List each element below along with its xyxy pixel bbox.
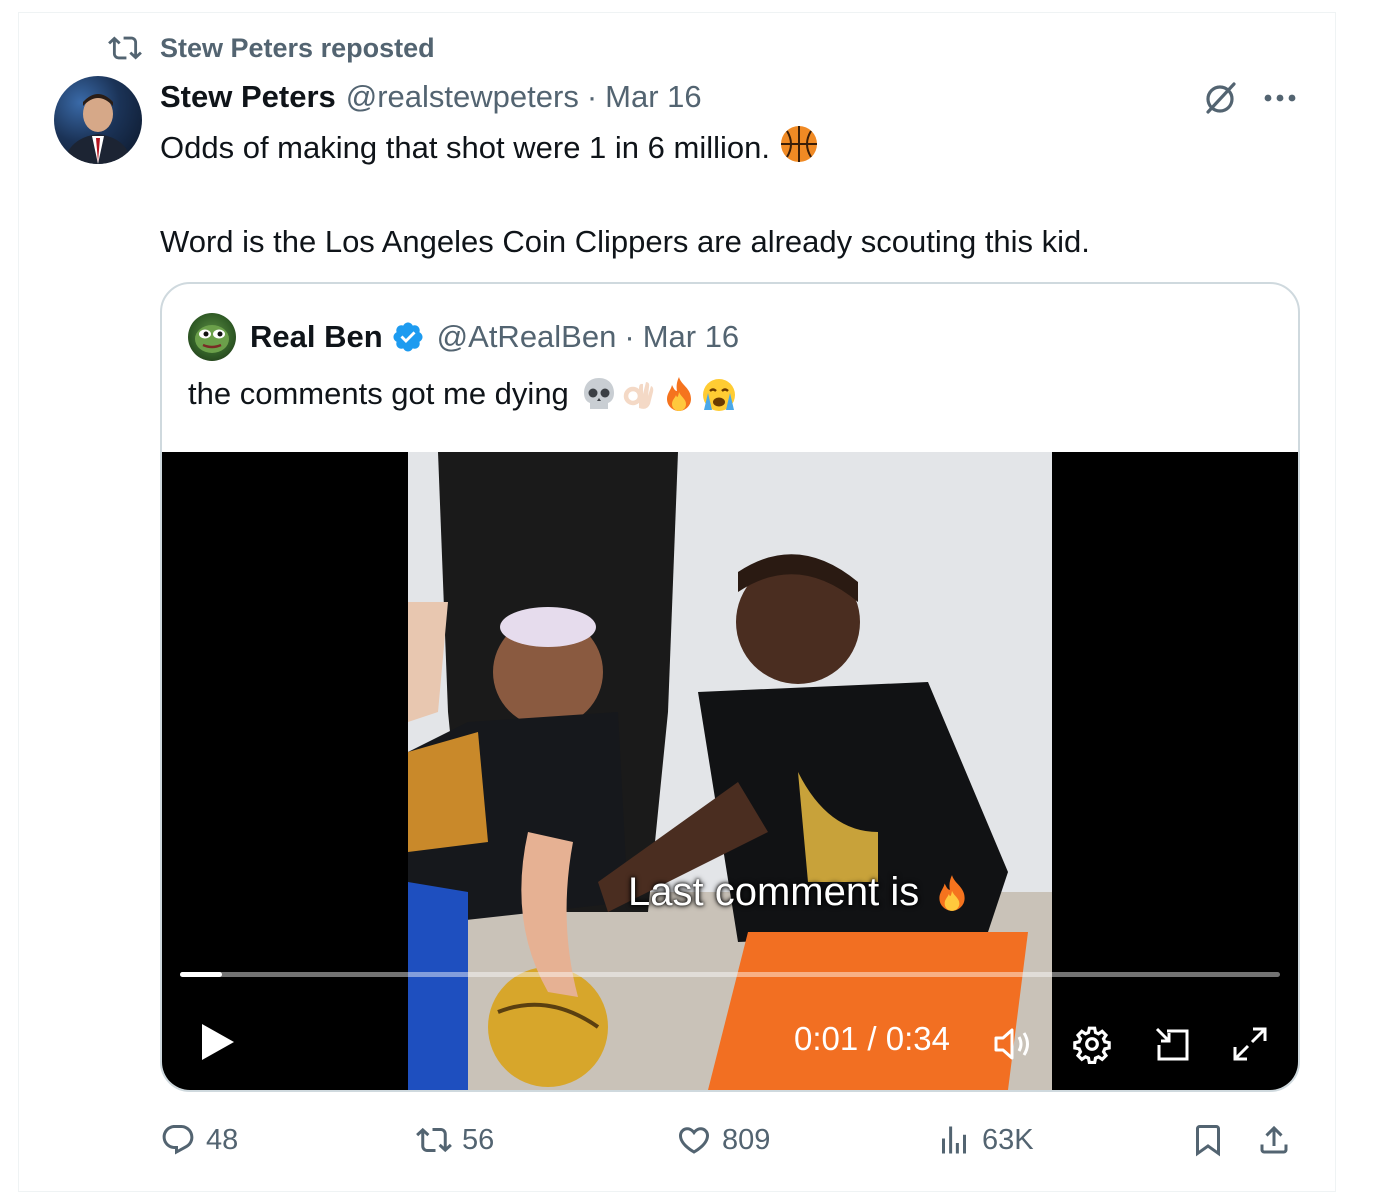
video-caption-text: Last comment is (628, 870, 920, 914)
like-button[interactable]: 809 (676, 1118, 770, 1162)
quoted-header: Real Ben @AtRealBen · Mar 16 (188, 313, 739, 361)
fullscreen-button[interactable] (1224, 1018, 1276, 1070)
video-duration: 0:34 (885, 1020, 950, 1057)
quoted-text-body: the comments got me dying (188, 376, 569, 411)
video-thumbnail: Last comment is (408, 452, 1052, 1090)
volume-icon (994, 1028, 1029, 1060)
post-text: Odds of making that shot were 1 in 6 mil… (160, 124, 1280, 264)
analytics-icon (942, 1126, 966, 1154)
repost-button[interactable]: 56 (416, 1118, 494, 1162)
quoted-author-handle[interactable]: @AtRealBen (437, 319, 617, 355)
ok-hand-emoji (623, 382, 654, 409)
video-time: 0:01 / 0:34 (794, 1020, 950, 1058)
verified-badge-icon (393, 322, 423, 352)
basketball-emoji (779, 124, 819, 176)
post-line-2: Word is the Los Angeles Coin Clippers ar… (160, 224, 1090, 259)
like-count: 809 (722, 1123, 771, 1156)
expand-icon (1233, 1027, 1267, 1061)
bookmark-button[interactable] (1190, 1118, 1236, 1162)
quoted-post[interactable]: Real Ben @AtRealBen · Mar 16 the comment… (160, 282, 1300, 1092)
play-button[interactable] (188, 1012, 248, 1072)
retweet-icon (108, 36, 142, 60)
share-button[interactable] (1256, 1118, 1302, 1162)
picture-in-picture-icon (1155, 1027, 1189, 1061)
share-icon (1260, 1125, 1288, 1154)
views-button[interactable]: 63K (936, 1118, 1034, 1162)
reply-icon (162, 1125, 194, 1155)
author-name[interactable]: Stew Peters (160, 79, 336, 115)
quoted-emojis (579, 374, 739, 414)
retweet-icon (416, 1127, 452, 1153)
post-top-actions (1198, 76, 1302, 120)
author-handle[interactable]: @realstewpeters (346, 79, 579, 115)
author-avatar[interactable] (54, 76, 142, 164)
fire-emoji (939, 874, 965, 911)
grok-icon[interactable] (1198, 76, 1242, 120)
post-actions: 48 56 809 63K (160, 1118, 1300, 1162)
quoted-separator: · (624, 319, 635, 354)
video-time-separator: / (867, 1020, 877, 1057)
video-progress-fill (180, 972, 222, 977)
avatar-portrait (64, 94, 132, 164)
quoted-author-name[interactable]: Real Ben (250, 319, 383, 355)
quoted-text: the comments got me dying (188, 372, 739, 416)
video-scene (408, 452, 1052, 1090)
post-header: Stew Peters @realstewpeters · Mar 16 (160, 76, 702, 118)
gear-icon (1073, 1026, 1111, 1064)
video-controls: 0:01 / 0:34 (162, 1012, 1298, 1072)
quoted-avatar[interactable] (188, 313, 236, 361)
video-current-time: 0:01 (794, 1020, 859, 1057)
volume-button[interactable] (988, 1018, 1040, 1070)
video-player[interactable]: Last comment is 0:01 / 0:34 (162, 452, 1298, 1090)
header-separator: · (586, 79, 598, 114)
video-caption: Last comment is (628, 870, 973, 915)
heart-icon (678, 1127, 710, 1154)
crying-emoji (702, 379, 735, 411)
play-icon (202, 1024, 234, 1060)
post-date[interactable]: Mar 16 (605, 79, 701, 115)
more-icon[interactable] (1258, 76, 1302, 120)
reply-button[interactable]: 48 (160, 1118, 238, 1162)
repost-indicator[interactable]: Stew Peters reposted (108, 30, 435, 66)
settings-button[interactable] (1066, 1018, 1118, 1070)
post-line-1: Odds of making that shot were 1 in 6 mil… (160, 130, 770, 166)
reply-count: 48 (206, 1123, 239, 1156)
quoted-date[interactable]: Mar 16 (643, 319, 739, 355)
repost-label: Stew Peters reposted (160, 32, 435, 63)
skull-emoji (583, 378, 614, 409)
repost-count: 56 (462, 1123, 495, 1156)
fire-emoji (666, 377, 691, 411)
pip-button[interactable] (1146, 1018, 1198, 1070)
views-count: 63K (982, 1123, 1034, 1156)
bookmark-icon (1196, 1125, 1220, 1157)
video-progress-bar[interactable] (180, 972, 1280, 977)
